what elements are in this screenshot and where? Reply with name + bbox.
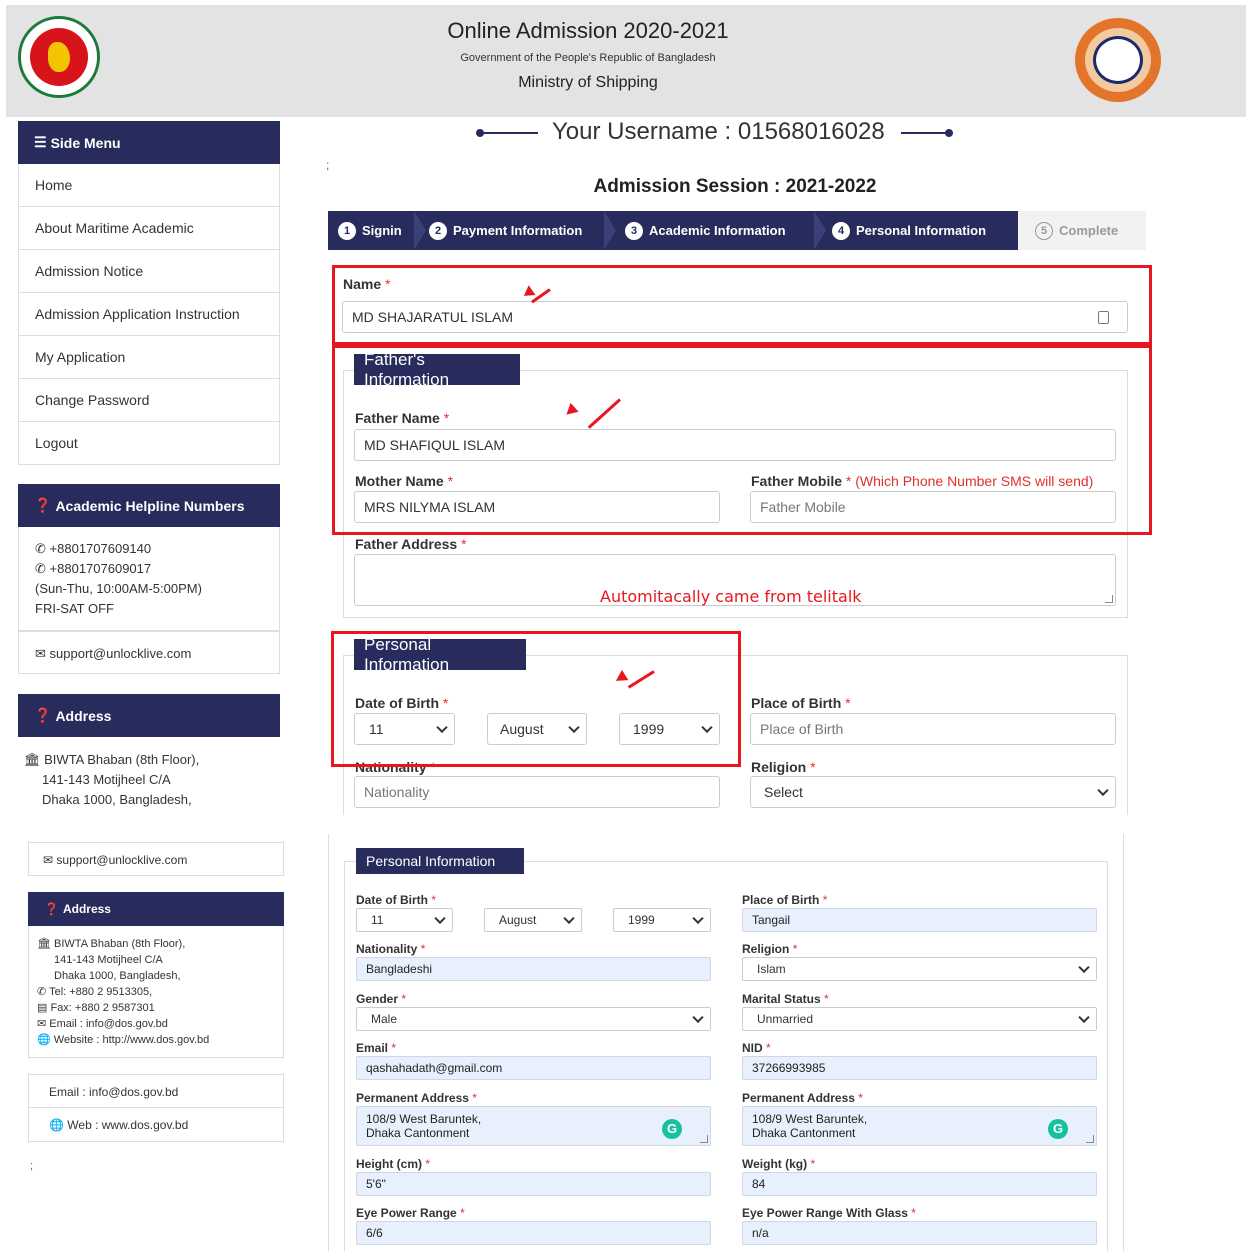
lower-nid-input[interactable]: 37266993985 <box>742 1056 1097 1080</box>
religion-select[interactable]: Select <box>750 776 1116 808</box>
lower-email-label: Email * <box>356 1041 397 1055</box>
step-academic[interactable]: 3 Academic Information <box>625 211 786 250</box>
globe-icon: 🌐 <box>37 1034 51 1046</box>
chevron-down-icon <box>1097 784 1109 797</box>
phone-icon: ✆ <box>37 986 47 998</box>
admission-session: Admission Session : 2021-2022 <box>593 176 877 197</box>
chevron-down-icon <box>1078 961 1090 974</box>
nationality-input[interactable]: Nationality <box>354 776 720 808</box>
lower-personal-legend: Personal Information <box>356 848 524 874</box>
question-icon: ❓ <box>44 902 59 916</box>
lower-pob-input[interactable]: Tangail <box>742 908 1097 932</box>
annotation-note: Automitacally came from telitalk <box>600 587 862 606</box>
grammarly-icon[interactable]: G <box>662 1119 682 1139</box>
government-subtitle: Government of the People's Republic of B… <box>460 52 716 64</box>
sidebar-item-change-password[interactable]: Change Password <box>18 379 280 422</box>
sidebar-item-about[interactable]: About Maritime Academic <box>18 207 280 250</box>
envelope-icon: ✉ <box>37 1018 47 1030</box>
lower-support-email[interactable]: ✉ support@unlocklive.com <box>28 842 284 876</box>
lower-marital-select[interactable]: Unmarried <box>742 1007 1097 1031</box>
question-icon: ❓ <box>34 707 52 723</box>
lower-dob-month[interactable]: August <box>484 908 582 932</box>
lower-nationality-label: Nationality * <box>356 942 426 956</box>
chevron-down-icon <box>692 912 704 925</box>
lower-dob-day[interactable]: 11 <box>356 908 453 932</box>
lower-eye-input[interactable]: 6/6 <box>356 1221 711 1245</box>
pob-input[interactable]: Place of Birth <box>750 713 1116 745</box>
menu-icon: ☰ <box>34 134 47 150</box>
lower-perm-address2-label: Permanent Address * <box>742 1091 863 1105</box>
annotation-box-name <box>332 265 1152 345</box>
fax-icon: ▤ <box>37 1002 48 1014</box>
annotation-box-dob <box>331 631 741 767</box>
lower-perm-address-label: Permanent Address * <box>356 1091 477 1105</box>
helpline-header: ❓ Academic Helpline Numbers <box>18 484 280 527</box>
lower-marital-label: Marital Status * <box>742 992 829 1006</box>
lower-gender-select[interactable]: Male <box>356 1007 711 1031</box>
resize-handle[interactable] <box>1105 595 1113 603</box>
resize-handle[interactable] <box>700 1135 708 1143</box>
support-email-box[interactable]: ✉ support@unlocklive.com <box>18 631 280 674</box>
lower-height-input[interactable]: 5'6" <box>356 1172 711 1196</box>
ministry-logo <box>1075 18 1161 102</box>
lower-dob-label: Date of Birth * <box>356 893 437 907</box>
helpline-box: ✆ +8801707609140 ✆ +8801707609017 (Sun-T… <box>18 527 280 631</box>
progress-steps: 1 Signin 2 Payment Information 3 Academic I… <box>328 211 1146 250</box>
bank-icon: 🏛 <box>37 938 51 950</box>
phone-icon: ✆ <box>35 541 46 556</box>
question-icon: ❓ <box>34 497 52 513</box>
lower-dob-year[interactable]: 1999 <box>613 908 711 932</box>
envelope-icon: ✉ <box>35 646 46 661</box>
chevron-down-icon <box>563 912 575 925</box>
username-display: Your Username : 01568016028 <box>476 118 990 146</box>
lower-web-link[interactable]: 🌐 Web : www.dos.gov.bd <box>28 1108 284 1142</box>
globe-icon: 🌐 <box>49 1118 64 1132</box>
lower-weight-label: Weight (kg) * <box>742 1157 816 1171</box>
lower-eye-glass-input[interactable]: n/a <box>742 1221 1097 1245</box>
sidebar-item-instruction[interactable]: Admission Application Instruction <box>18 293 280 336</box>
lower-address-header: ❓ Address <box>28 892 284 926</box>
side-menu-header: ☰ Side Menu <box>18 121 280 164</box>
sidebar-item-logout[interactable]: Logout <box>18 422 280 465</box>
lower-religion-label: Religion * <box>742 942 798 956</box>
annotation-box-father <box>332 345 1152 535</box>
chevron-down-icon <box>1078 1011 1090 1024</box>
step-signin[interactable]: 1 Signin <box>338 211 402 250</box>
lower-address-box: 🏛 BIWTA Bhaban (8th Floor), 141-143 Moti… <box>28 926 284 1058</box>
sidebar-item-notice[interactable]: Admission Notice <box>18 250 280 293</box>
lower-pob-label: Place of Birth * <box>742 893 828 907</box>
lower-gender-label: Gender * <box>356 992 407 1006</box>
envelope-icon: ✉ <box>43 853 54 867</box>
lower-nid-label: NID * <box>742 1041 771 1055</box>
lower-weight-input[interactable]: 84 <box>742 1172 1097 1196</box>
address-text: 🏛 BIWTA Bhaban (8th Floor), 141-143 Moti… <box>24 752 200 807</box>
lower-perm-address2-textarea[interactable]: 108/9 West Baruntek, Dhaka Cantonment G <box>742 1106 1097 1146</box>
sidebar-item-home[interactable]: Home <box>18 164 280 207</box>
chevron-down-icon <box>692 1011 704 1024</box>
lower-religion-select[interactable]: Islam <box>742 957 1097 981</box>
phone-icon: ✆ <box>35 561 46 576</box>
religion-label: Religion * <box>751 759 816 775</box>
lower-perm-address-textarea[interactable]: 108/9 West Baruntek, Dhaka Cantonment G <box>356 1106 711 1146</box>
step-complete[interactable]: 5 Complete <box>1035 211 1118 250</box>
lower-eye-label: Eye Power Range * <box>356 1206 465 1220</box>
step-payment[interactable]: 2 Payment Information <box>429 211 582 250</box>
chevron-down-icon <box>434 912 446 925</box>
ministry-subtitle: Ministry of Shipping <box>518 74 658 91</box>
bank-icon: 🏛 <box>24 752 41 767</box>
lower-email-input[interactable]: qashahadath@gmail.com <box>356 1056 711 1080</box>
bangladesh-govt-logo <box>18 16 100 98</box>
sidebar-item-my-application[interactable]: My Application <box>18 336 280 379</box>
lower-height-label: Height (cm) * <box>356 1157 431 1171</box>
step-personal[interactable]: 4 Personal Information <box>832 211 986 250</box>
resize-handle[interactable] <box>1086 1135 1094 1143</box>
grammarly-icon[interactable]: G <box>1048 1119 1068 1139</box>
page-title: Online Admission 2020-2021 <box>447 18 729 43</box>
lower-nationality-input[interactable]: Bangladeshi <box>356 957 711 981</box>
pob-label: Place of Birth * <box>751 695 851 711</box>
lower-email-link[interactable]: Email : info@dos.gov.bd <box>28 1074 284 1108</box>
father-address-label: Father Address * <box>355 536 467 552</box>
lower-eye-glass-label: Eye Power Range With Glass * <box>742 1206 916 1220</box>
address-header: ❓ Address <box>18 694 280 737</box>
